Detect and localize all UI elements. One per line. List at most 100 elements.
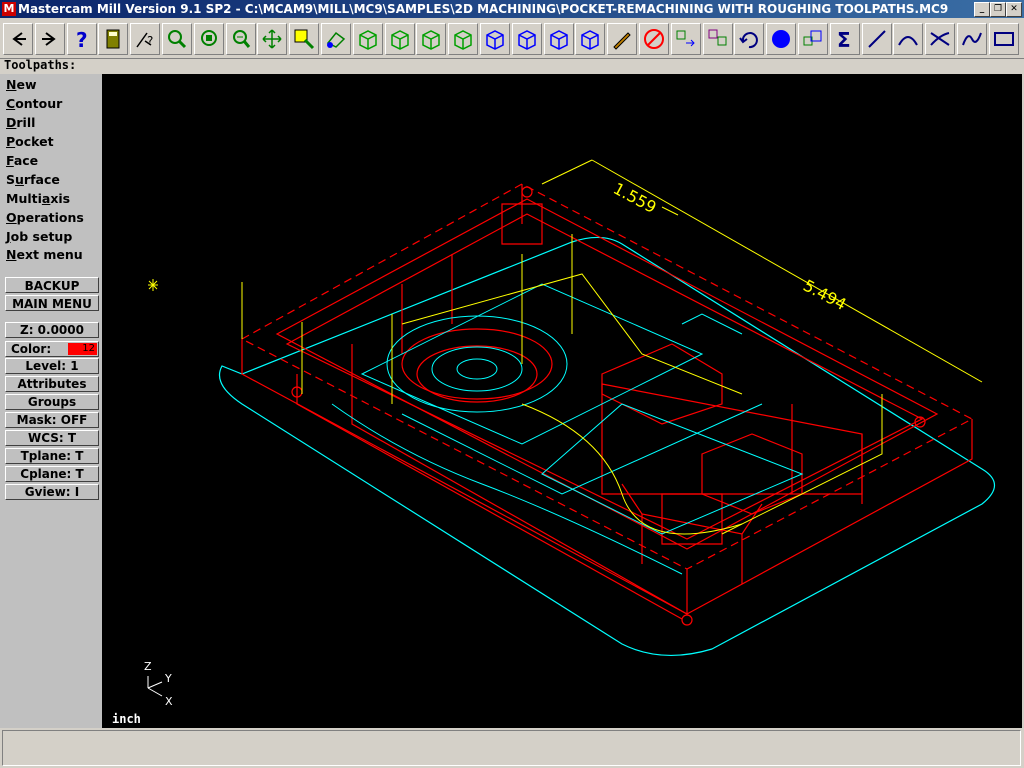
- help-button[interactable]: ?: [66, 23, 97, 55]
- axis-z-label: Z: [144, 660, 152, 673]
- layers-icon: [803, 30, 822, 46]
- cube-side-button[interactable]: [416, 23, 447, 55]
- shade-sphere-button[interactable]: [766, 23, 797, 55]
- prompt-area: Toolpaths:: [4, 58, 77, 72]
- cube-top-icon: [359, 30, 377, 50]
- color-label: Color:: [11, 342, 52, 356]
- toolbar: ?? Σ: [0, 20, 1024, 58]
- cube-cplane-front-button[interactable]: [511, 23, 542, 55]
- pan-button[interactable]: [257, 23, 288, 55]
- cube-cplane-side-icon: [549, 30, 568, 50]
- rectangle-button[interactable]: [988, 23, 1019, 55]
- rectangle-icon: [993, 32, 1014, 46]
- svg-text:?: ?: [76, 28, 88, 51]
- analyze-icon: ?: [136, 32, 154, 48]
- svg-text:?: ?: [147, 34, 153, 48]
- cplane-field[interactable]: Cplane: T: [5, 466, 99, 482]
- menu-item-multiaxis[interactable]: Multiaxis: [6, 190, 70, 208]
- menu-item-face[interactable]: Face: [6, 152, 38, 170]
- groups-button[interactable]: Groups: [5, 394, 99, 410]
- attributes-button[interactable]: Attributes: [5, 376, 99, 392]
- cube-cplane-top-icon: [486, 30, 504, 50]
- title-bar: M Mastercam Mill Version 9.1 SP2 - C:\MC…: [0, 0, 1024, 18]
- calculator-button[interactable]: [98, 23, 129, 55]
- color-field[interactable]: Color: 12: [5, 341, 99, 357]
- cube-front-icon: [390, 30, 409, 50]
- cube-top-button[interactable]: [352, 23, 383, 55]
- menu-item-drill[interactable]: Drill: [6, 114, 35, 132]
- transform-icon: [676, 30, 695, 47]
- minimize-button[interactable]: _: [974, 2, 990, 17]
- axis-triad: [147, 676, 163, 697]
- undo-icon: [739, 32, 759, 49]
- toolbar-divider: [0, 58, 1024, 59]
- pan-icon: [262, 29, 282, 49]
- axis-y-label: Y: [164, 672, 172, 685]
- color-swatch: 12: [68, 343, 97, 355]
- sum-button[interactable]: Σ: [829, 23, 860, 55]
- svg-text:Σ: Σ: [837, 28, 851, 51]
- mask-field[interactable]: Mask: OFF: [5, 412, 99, 428]
- close-button[interactable]: ✕: [1006, 2, 1022, 17]
- backup-button[interactable]: BACKUP: [5, 277, 99, 293]
- cube-cplane-side-button[interactable]: [543, 23, 574, 55]
- zoom-target-button[interactable]: [289, 23, 320, 55]
- cube-cplane-3d-icon: [581, 30, 600, 50]
- menu-item-contour[interactable]: Contour: [6, 95, 62, 113]
- cube-front-button[interactable]: [384, 23, 415, 55]
- menu-item-surface[interactable]: Surface: [6, 171, 60, 189]
- pencil-button[interactable]: [607, 23, 638, 55]
- back-arrow-button[interactable]: [3, 23, 33, 55]
- z-depth-field[interactable]: Z: 0.0000: [5, 322, 99, 338]
- rotate-view-button[interactable]: [321, 23, 351, 55]
- menu-item-new[interactable]: New: [6, 76, 37, 94]
- line-icon: [867, 30, 886, 48]
- analyze-button[interactable]: ?: [130, 23, 161, 55]
- cube-side-icon: [422, 30, 441, 50]
- maximize-button[interactable]: ❐: [990, 2, 1006, 17]
- fit-screen-button[interactable]: [193, 23, 224, 55]
- part-wireframe: 1.559 5.494 Z Y X: [144, 159, 996, 708]
- pencil-icon: [613, 32, 631, 50]
- cube-iso-icon: [454, 30, 472, 50]
- forward-arrow-button[interactable]: [34, 23, 65, 55]
- menu-item-job-setup[interactable]: Job setup: [6, 228, 72, 246]
- gview-field[interactable]: Gview: I: [5, 484, 99, 500]
- arc-icon: [898, 36, 919, 46]
- fit-screen-icon: [200, 30, 217, 46]
- menu-item-operations[interactable]: Operations: [6, 209, 84, 227]
- graphics-viewport[interactable]: 1.559 5.494 Z Y X inch: [102, 74, 1022, 728]
- wcs-field[interactable]: WCS: T: [5, 430, 99, 446]
- zoom-window-button[interactable]: [162, 23, 192, 55]
- undo-button[interactable]: [734, 23, 765, 55]
- trim-button[interactable]: [925, 23, 956, 55]
- cube-cplane-3d-button[interactable]: [575, 23, 606, 55]
- stock-boundary: [218, 236, 996, 656]
- menu-item-pocket[interactable]: Pocket: [6, 133, 54, 151]
- cube-iso-button[interactable]: [448, 23, 479, 55]
- main-menu-button[interactable]: MAIN MENU: [5, 295, 99, 311]
- trim-icon: [930, 32, 950, 46]
- transform-button[interactable]: [670, 23, 701, 55]
- calculator-icon: [106, 29, 120, 49]
- part-geometry: [240, 183, 974, 626]
- level-field[interactable]: Level: 1: [5, 358, 99, 374]
- status-bar: [2, 730, 1021, 766]
- menu-item-next-menu[interactable]: Next menu: [6, 246, 83, 264]
- spline-button[interactable]: [957, 23, 987, 55]
- no-delete-icon: [644, 29, 664, 49]
- help-icon: ?: [76, 28, 88, 51]
- zoom-target-icon: [294, 29, 315, 50]
- back-arrow-icon: [12, 32, 26, 46]
- cube-cplane-top-button[interactable]: [480, 23, 510, 55]
- no-delete-button[interactable]: [639, 23, 669, 55]
- arc-button[interactable]: [893, 23, 924, 55]
- layers-button[interactable]: [798, 23, 828, 55]
- axis-x-label: X: [165, 695, 173, 708]
- tplane-field[interactable]: Tplane: T: [5, 448, 99, 464]
- zoom-window-icon: [168, 30, 187, 49]
- copy-button[interactable]: [702, 23, 733, 55]
- mastercam-app-icon[interactable]: M: [2, 2, 16, 16]
- line-button[interactable]: [861, 23, 892, 55]
- zoom-out-button[interactable]: [225, 23, 256, 55]
